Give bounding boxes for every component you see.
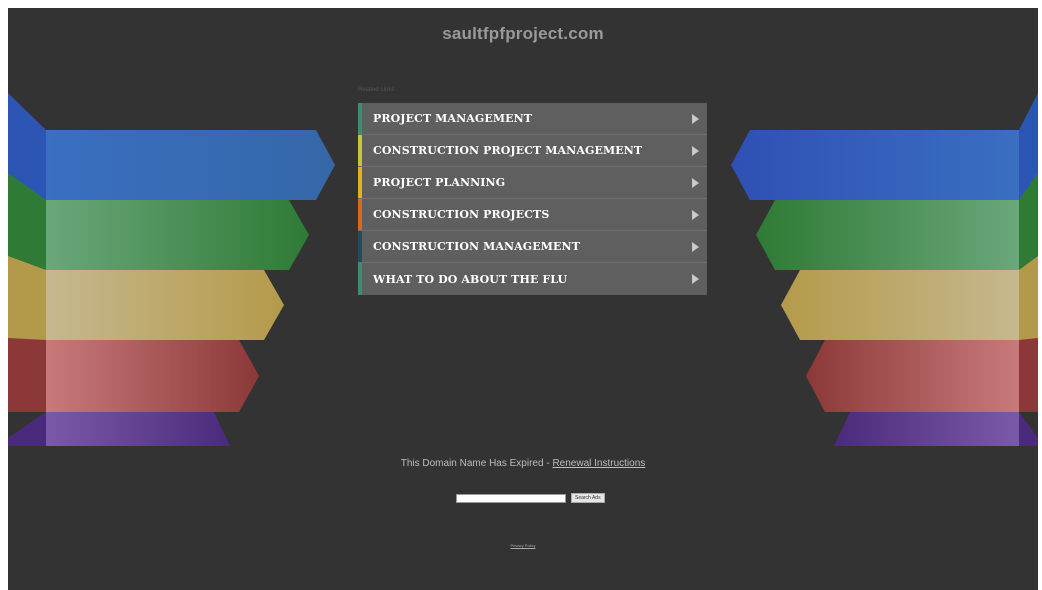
left-arrow-stack (8, 93, 335, 446)
related-link-project-management[interactable]: PROJECT MANAGEMENT (358, 103, 707, 135)
related-links-label: Related Links (358, 87, 395, 93)
related-link-construction-projects[interactable]: CONSTRUCTION PROJECTS (358, 199, 707, 231)
site-title: saultfpfproject.com (442, 24, 604, 43)
play-arrow-icon (692, 274, 699, 284)
related-link-label: PROJECT PLANNING (373, 176, 506, 189)
search-input[interactable] (456, 493, 566, 503)
related-link-label: WHAT TO DO ABOUT THE FLU (373, 272, 568, 286)
related-link-construction-management[interactable]: CONSTRUCTION MANAGEMENT (358, 231, 707, 263)
page-frame: saultfpfproject.com Related Links PROJEC… (8, 8, 1038, 590)
accent-bar (358, 167, 362, 198)
renewal-instructions-link[interactable]: Renewal Instructions (552, 458, 645, 469)
search-ads-button[interactable]: Search Ads (571, 493, 605, 503)
right-arrow-stack (731, 93, 1038, 446)
search-form: Search Ads (456, 493, 605, 503)
play-arrow-icon (692, 242, 699, 252)
related-link-label: CONSTRUCTION PROJECT MANAGEMENT (373, 144, 643, 157)
play-arrow-icon (692, 146, 699, 156)
related-link-label: PROJECT MANAGEMENT (373, 112, 533, 125)
expired-text: This Domain Name Has Expired - (400, 458, 553, 469)
accent-bar (358, 199, 362, 230)
accent-bar (358, 135, 362, 166)
play-arrow-icon (692, 210, 699, 220)
related-link-project-planning[interactable]: PROJECT PLANNING (358, 167, 707, 199)
play-arrow-icon (692, 178, 699, 188)
related-link-label: CONSTRUCTION PROJECTS (373, 208, 550, 221)
related-link-what-to-do-about-the-flu[interactable]: WHAT TO DO ABOUT THE FLU (358, 263, 707, 295)
accent-bar (358, 231, 362, 262)
domain-expired-notice: This Domain Name Has Expired - Renewal I… (8, 458, 1038, 469)
related-link-label: CONSTRUCTION MANAGEMENT (373, 240, 580, 253)
related-links-panel: PROJECT MANAGEMENT CONSTRUCTION PROJECT … (358, 103, 707, 295)
play-arrow-icon (692, 114, 699, 124)
privacy-policy-link[interactable]: Privacy Policy (8, 543, 1038, 548)
accent-bar (358, 263, 362, 295)
accent-bar (358, 103, 362, 134)
related-link-construction-project-management[interactable]: CONSTRUCTION PROJECT MANAGEMENT (358, 135, 707, 167)
